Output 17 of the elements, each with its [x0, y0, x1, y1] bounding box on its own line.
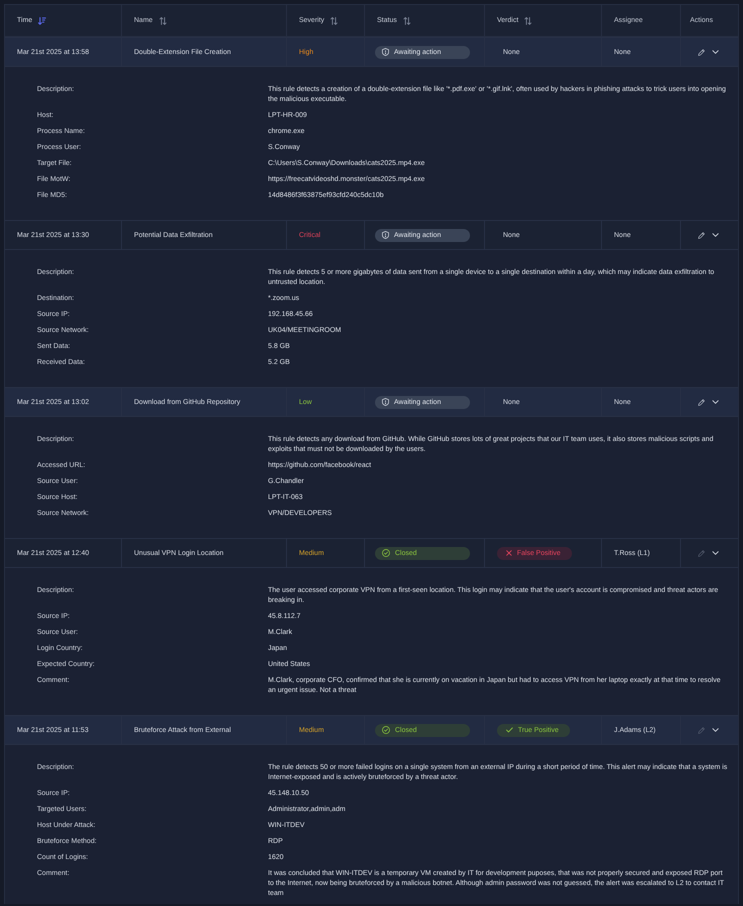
check-icon	[506, 727, 513, 733]
sort-arrows-icon[interactable]	[524, 16, 532, 24]
cross-icon	[506, 550, 512, 556]
sort-arrows-icon[interactable]	[158, 16, 167, 24]
check-circle-icon	[382, 726, 390, 734]
sort-arrows-icon[interactable]	[330, 16, 338, 24]
check-circle-icon	[382, 549, 390, 557]
sort-arrows-icon[interactable]	[402, 16, 411, 24]
shield-icon	[382, 398, 389, 406]
chevron-down-icon[interactable]	[712, 400, 719, 404]
chevron-down-icon[interactable]	[712, 233, 719, 237]
shield-icon	[382, 48, 389, 56]
chevron-down-icon[interactable]	[712, 728, 719, 732]
chevron-down-icon[interactable]	[712, 551, 719, 555]
sort-descending-icon[interactable]	[38, 16, 46, 24]
shield-icon	[382, 231, 389, 239]
chevron-down-icon[interactable]	[712, 50, 719, 54]
